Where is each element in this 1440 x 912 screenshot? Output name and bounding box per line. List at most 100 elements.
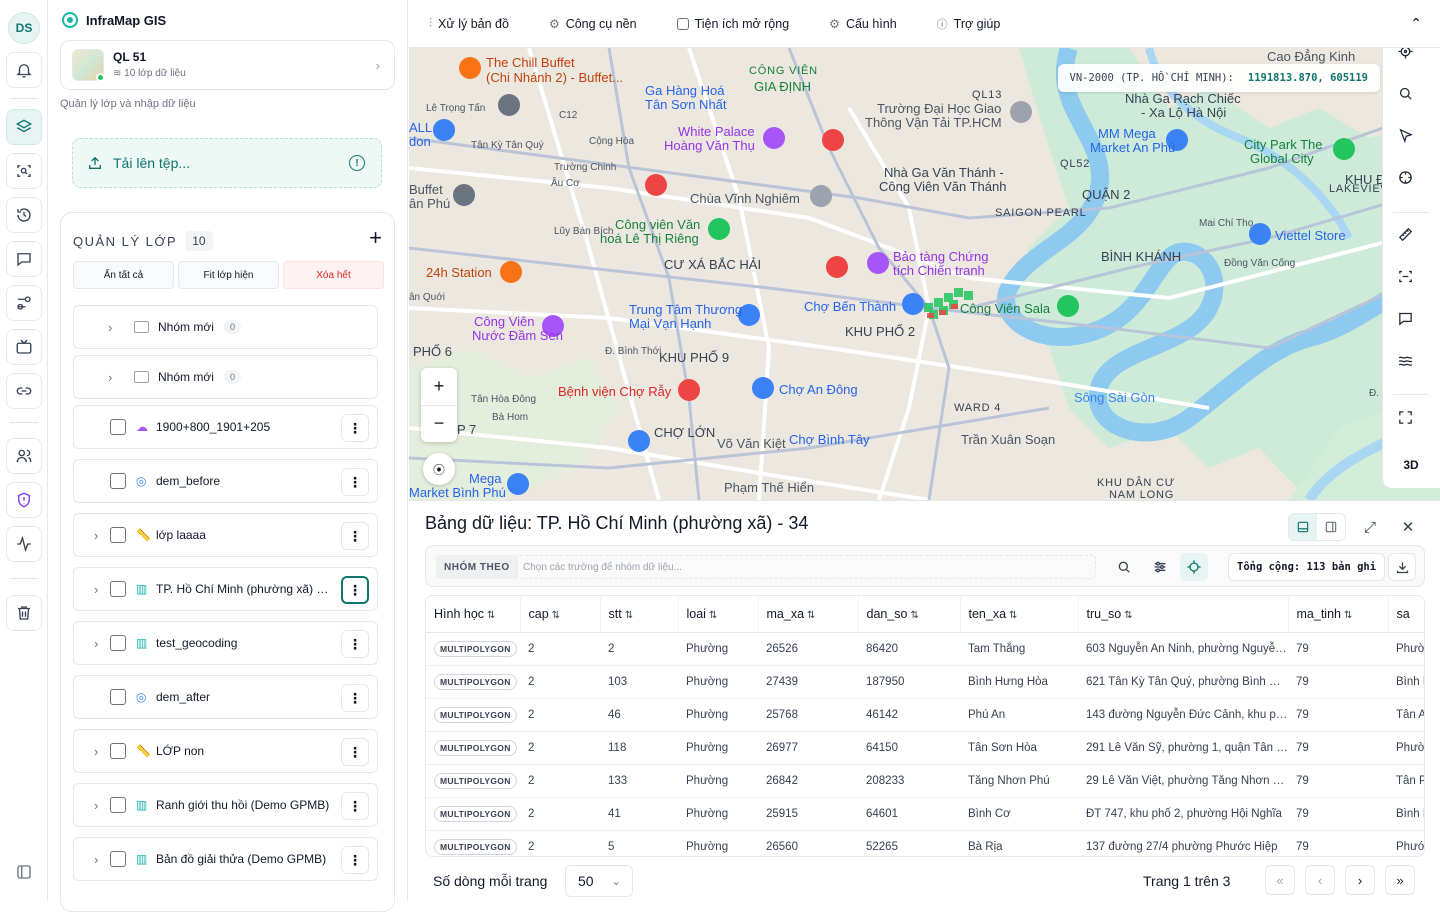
scan-button[interactable] xyxy=(1397,268,1425,296)
layer-menu-button[interactable]: ⋮ xyxy=(341,576,369,604)
sort-icon[interactable]: ⇅ xyxy=(1009,610,1017,621)
layer-visibility-checkbox[interactable] xyxy=(110,851,126,867)
chevron-right-icon[interactable]: › xyxy=(94,852,98,867)
search-map-button[interactable] xyxy=(1397,85,1425,113)
dock-bottom-button[interactable] xyxy=(1289,514,1317,540)
column-header[interactable]: cap ⇅ xyxy=(520,596,601,633)
layer-item[interactable]: ◎ dem_before ⋮ xyxy=(73,459,378,503)
target-button[interactable] xyxy=(1397,169,1425,197)
column-header[interactable]: dan_so ⇅ xyxy=(858,596,961,633)
table-row[interactable]: MULTIPOLYGON 2 41 Phường 25915 64601 Bình Cơ ĐT… xyxy=(426,797,1424,831)
measure-button[interactable] xyxy=(1397,226,1425,254)
layers-button[interactable] xyxy=(6,109,42,145)
table-row[interactable]: MULTIPOLYGON 2 5 Phường 26560 52265 Bà Rịa 137 … xyxy=(426,830,1424,856)
fullscreen-button[interactable] xyxy=(1397,409,1425,437)
column-header[interactable]: sa xyxy=(1388,596,1424,633)
menu-base-tools[interactable]: ⚙ Công cụ nền xyxy=(549,17,637,31)
layer-visibility-checkbox[interactable] xyxy=(110,689,126,705)
chevron-right-icon[interactable]: › xyxy=(108,320,112,335)
sort-icon[interactable]: ⇅ xyxy=(807,610,815,621)
trash-button[interactable] xyxy=(6,595,42,631)
layer-visibility-checkbox[interactable] xyxy=(110,419,126,435)
layer-item[interactable]: › ▥ TP. Hồ Chí Minh (phường xã) - 34 ⋮ xyxy=(73,567,378,611)
table-row[interactable]: MULTIPOLYGON 2 103 Phường 27439 187950 Bình Hư… xyxy=(426,665,1424,699)
column-header[interactable]: ma_xa ⇅ xyxy=(758,596,859,633)
layer-menu-button[interactable]: ⋮ xyxy=(341,792,369,820)
download-button[interactable] xyxy=(1388,553,1416,581)
layer-item[interactable]: › ▥ Bản đồ giải thửa (Demo GPMB) ⋮ xyxy=(73,837,378,881)
chevron-right-icon[interactable]: › xyxy=(108,370,112,385)
project-selector[interactable]: QL 51 ≋ 10 lớp dữ liệu › xyxy=(60,40,395,90)
compass-button[interactable]: ⦿ xyxy=(423,453,455,485)
layer-menu-button[interactable]: ⋮ xyxy=(341,738,369,766)
column-header[interactable]: ma_tinh ⇅ xyxy=(1288,596,1389,633)
menu-settings[interactable]: ⚙ Cấu hình xyxy=(829,17,897,31)
layer-menu-button[interactable]: ⋮ xyxy=(341,846,369,874)
next-page-button[interactable]: › xyxy=(1345,865,1375,895)
layer-group[interactable]: › Nhóm mới 0 xyxy=(73,355,378,399)
activity-button[interactable] xyxy=(6,526,42,562)
table-row[interactable]: MULTIPOLYGON 2 133 Phường 26842 208233 Tăng Nh… xyxy=(426,764,1424,798)
zoom-in-button[interactable]: + xyxy=(421,368,457,406)
upload-file-button[interactable]: Tải lên tệp... ! xyxy=(72,138,382,188)
group-by-input[interactable]: Chọn các trường để nhóm dữ liệu... xyxy=(516,555,1096,579)
history-button[interactable] xyxy=(6,197,42,233)
chevron-up-icon[interactable]: ⌃ xyxy=(1410,15,1422,32)
select-tool-button[interactable] xyxy=(1397,127,1425,155)
table-row[interactable]: MULTIPOLYGON 2 2 Phường 26526 86420 Tam Thắng 6… xyxy=(426,632,1424,666)
prev-page-button[interactable]: ‹ xyxy=(1305,865,1335,895)
expand-panel-button[interactable]: ⤢ xyxy=(1356,514,1384,540)
column-header[interactable]: ten_xa ⇅ xyxy=(960,596,1079,633)
info-icon[interactable]: ! xyxy=(349,155,365,171)
workflow-button[interactable] xyxy=(6,285,42,321)
table-row[interactable]: MULTIPOLYGON 2 46 Phường 25768 46142 Phú An 143… xyxy=(426,698,1424,732)
layer-item[interactable]: › 📏 LỚP non ⋮ xyxy=(73,729,378,773)
zoom-out-button[interactable]: − xyxy=(421,406,457,443)
last-page-button[interactable]: » xyxy=(1385,865,1415,895)
column-header[interactable]: Hình học ⇅ xyxy=(426,596,521,633)
column-header[interactable]: tru_so ⇅ xyxy=(1078,596,1289,633)
layer-visibility-checkbox[interactable] xyxy=(110,527,126,543)
fit-visible-layers-button[interactable]: Fit lớp hiện xyxy=(178,261,279,289)
layer-group[interactable]: › Nhóm mới 0 xyxy=(73,305,378,349)
annotate-button[interactable] xyxy=(1397,310,1425,338)
chevron-right-icon[interactable]: › xyxy=(94,636,98,651)
layer-item[interactable]: › ▥ test_geocoding ⋮ xyxy=(73,621,378,665)
chevron-right-icon[interactable]: › xyxy=(94,582,98,597)
sort-icon[interactable]: ⇅ xyxy=(625,610,633,621)
avatar[interactable]: DS xyxy=(8,12,40,44)
sort-icon[interactable]: ⇅ xyxy=(1344,610,1352,621)
add-layer-button[interactable]: + xyxy=(369,227,382,249)
table-row[interactable]: MULTIPOLYGON 2 118 Phường 26977 64150 Tân Sơn … xyxy=(426,731,1424,765)
clear-all-button[interactable]: Xóa hết xyxy=(283,261,384,289)
search-table-button[interactable] xyxy=(1110,553,1138,581)
tv-button[interactable] xyxy=(6,329,42,365)
column-header[interactable]: stt ⇅ xyxy=(600,596,679,633)
layer-visibility-checkbox[interactable] xyxy=(110,473,126,489)
map-view[interactable]: The Chill Buffet (Chi Nhánh 2) - Buffet..… xyxy=(409,48,1440,500)
hide-all-button[interactable]: Ẩn tất cả xyxy=(73,261,174,289)
layer-menu-button[interactable]: ⋮ xyxy=(341,684,369,712)
dock-right-button[interactable] xyxy=(1317,514,1345,540)
users-button[interactable] xyxy=(6,438,42,474)
locate-button[interactable] xyxy=(1397,48,1425,71)
link-button[interactable] xyxy=(6,373,42,409)
layer-item[interactable]: ◎ dem_after ⋮ xyxy=(73,675,378,719)
zoom-to-feature-button[interactable] xyxy=(1180,553,1208,581)
chevron-right-icon[interactable]: › xyxy=(94,744,98,759)
layers-style-button[interactable] xyxy=(1397,352,1425,380)
layer-item[interactable]: › 📏 lớp laaaa ⋮ xyxy=(73,513,378,557)
layer-visibility-checkbox[interactable] xyxy=(110,743,126,759)
collapse-panel-button[interactable] xyxy=(6,854,42,890)
comments-button[interactable] xyxy=(6,241,42,277)
column-header[interactable]: loai ⇅ xyxy=(678,596,759,633)
menu-map-processing[interactable]: ⫶ Xử lý bản đồ xyxy=(429,16,509,31)
rows-per-page-select[interactable]: 50 ⌄ xyxy=(565,865,633,897)
sort-icon[interactable]: ⇅ xyxy=(1124,610,1132,621)
layer-visibility-checkbox[interactable] xyxy=(110,581,126,597)
first-page-button[interactable]: « xyxy=(1265,865,1295,895)
chevron-right-icon[interactable]: › xyxy=(94,528,98,543)
sort-icon[interactable]: ⇅ xyxy=(709,610,717,621)
sort-icon[interactable]: ⇅ xyxy=(911,610,919,621)
3d-toggle-button[interactable]: 3D xyxy=(1397,451,1425,479)
